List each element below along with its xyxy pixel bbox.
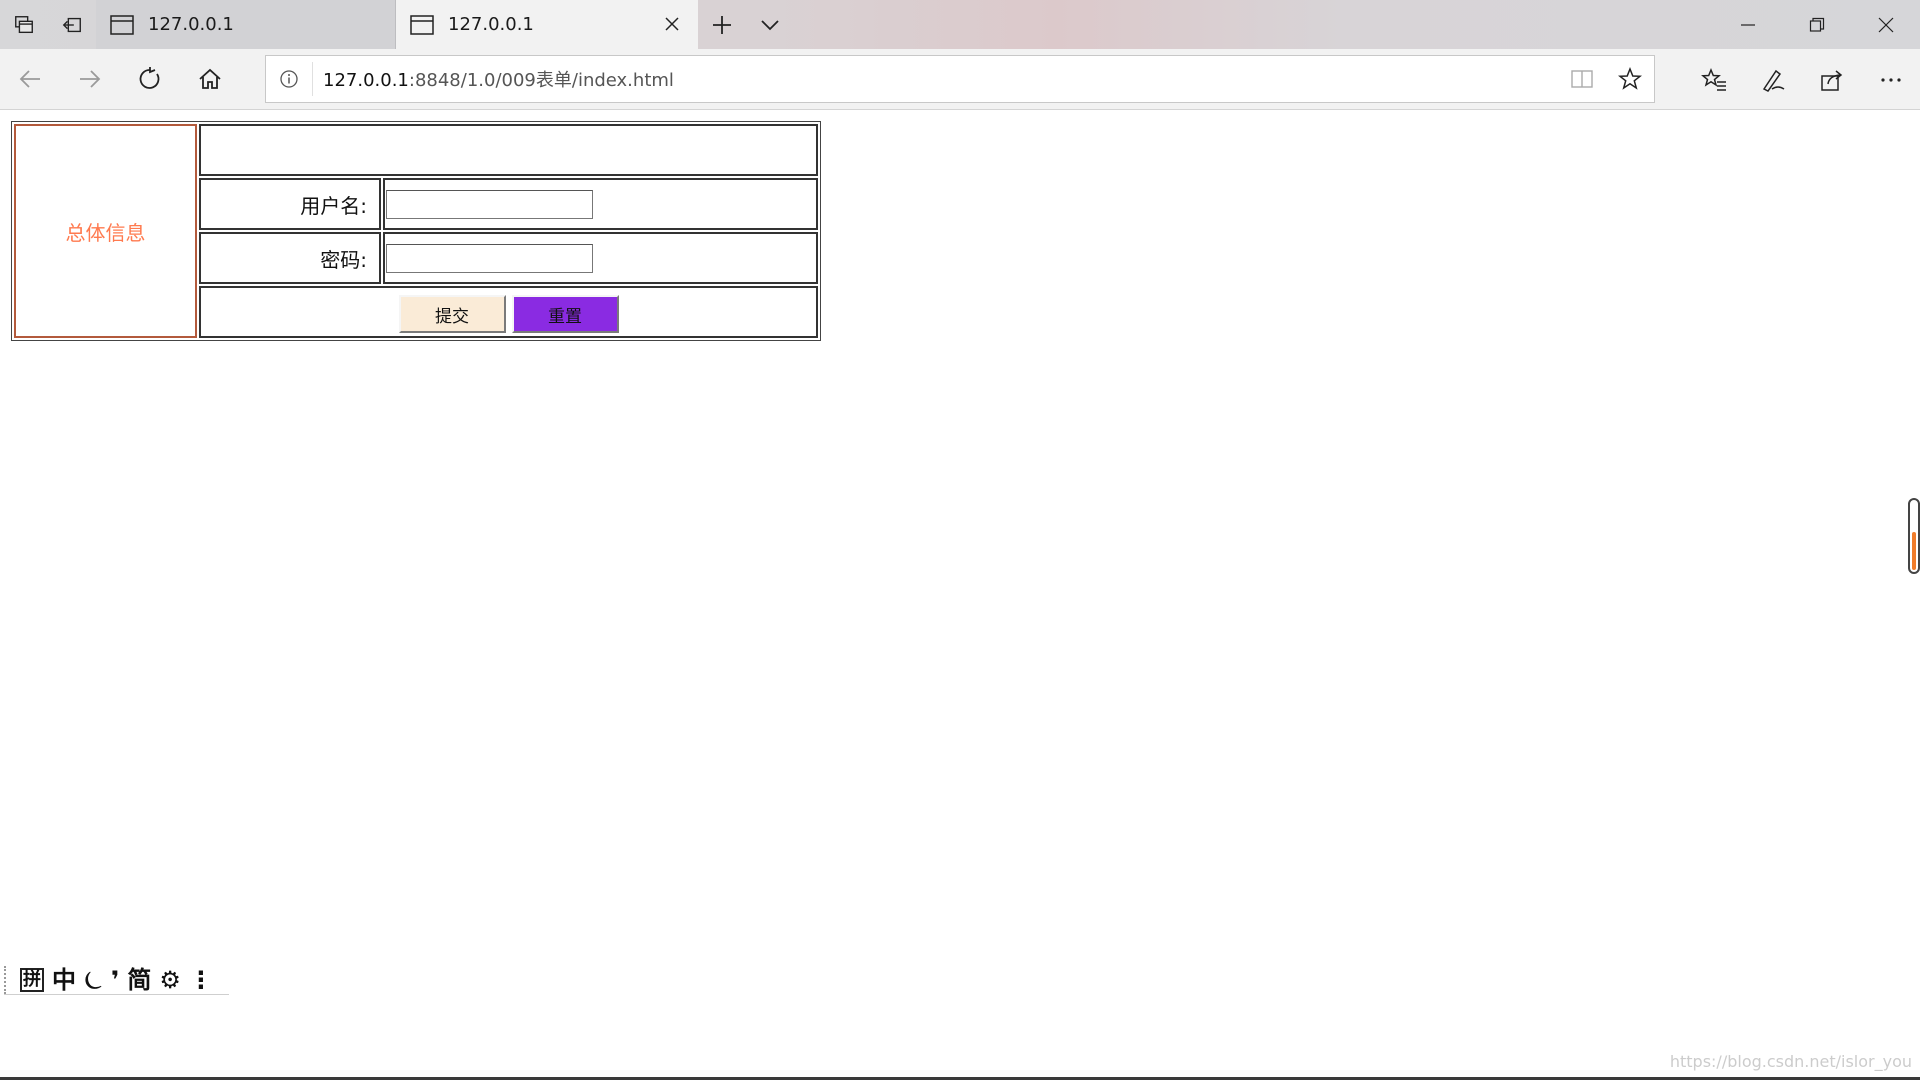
favorites-button[interactable] [1684, 49, 1743, 110]
reading-view-icon[interactable] [1558, 67, 1606, 91]
watermark-text: https://blog.csdn.net/islor_you [1669, 1052, 1912, 1071]
url-path: :8848/1.0/009表单/index.html [408, 70, 674, 91]
ime-grip[interactable] [4, 965, 10, 994]
username-label: 用户名: [300, 193, 367, 218]
refresh-icon [139, 67, 160, 89]
ime-punctuation-icon[interactable]: ❜ [111, 966, 119, 994]
favorite-star-icon[interactable] [1606, 67, 1654, 91]
home-button[interactable] [180, 49, 240, 110]
buttons-cell: 提交 重置 [199, 286, 818, 338]
ime-more-icon[interactable]: ⋮ [189, 966, 213, 994]
address-bar[interactable]: 127.0.0.1:8848/1.0/009表单/index.html [265, 55, 1655, 103]
username-input-cell [383, 178, 818, 230]
new-tab-button[interactable] [698, 0, 746, 49]
reset-button[interactable]: 重置 [511, 295, 619, 333]
tab-preview-button[interactable] [746, 0, 794, 49]
web-note-button[interactable] [1743, 49, 1802, 110]
password-input[interactable] [386, 243, 593, 273]
refresh-button[interactable] [120, 49, 180, 110]
ime-pinyin-icon[interactable]: 拼 [20, 967, 44, 992]
overall-info-label: 总体信息 [65, 220, 146, 245]
minimize-icon [1740, 23, 1755, 26]
username-label-cell: 用户名: [199, 178, 381, 230]
close-icon [1878, 17, 1893, 32]
tabs-aside-icon [15, 15, 33, 33]
plus-icon [713, 15, 731, 34]
tab-manager-button[interactable] [0, 0, 48, 49]
page-icon [110, 14, 134, 36]
form-table: 总体信息 用户名: 密码: 提交 重置 [11, 121, 821, 341]
ime-toolbar: 拼 中 ⏾ ❜ 简 ⚙ ⋮ [4, 965, 229, 995]
share-icon [1820, 69, 1842, 91]
navigation-bar: 127.0.0.1:8848/1.0/009表单/index.html [0, 49, 1920, 110]
forward-button[interactable] [60, 49, 120, 110]
share-button[interactable] [1802, 49, 1861, 110]
page-content: 总体信息 用户名: 密码: 提交 重置 拼 中 ⏾ ❜ 简 ⚙ ⋮ https:… [0, 110, 1920, 1080]
minimize-button[interactable] [1713, 0, 1782, 49]
submit-button[interactable]: 提交 [398, 295, 506, 333]
ime-chinese-mode-icon[interactable]: 中 [52, 966, 76, 994]
password-label: 密码: [320, 247, 367, 272]
tab-active[interactable]: 127.0.0.1 [396, 0, 698, 49]
back-tab-icon [62, 17, 81, 32]
url-host: 127.0.0.1 [323, 70, 409, 91]
page-icon [410, 14, 434, 36]
info-icon[interactable] [266, 69, 312, 89]
url-text[interactable]: 127.0.0.1:8848/1.0/009表单/index.html [323, 66, 1558, 92]
tab-strip: 127.0.0.1 127.0.0.1 [0, 0, 1920, 49]
favorites-list-icon [1700, 67, 1726, 91]
password-label-cell: 密码: [199, 232, 381, 284]
more-horizontal-icon [1880, 77, 1901, 82]
arrow-left-icon [19, 70, 40, 88]
header-blank-cell [199, 124, 818, 176]
chevron-down-icon [761, 19, 779, 30]
restore-icon [1809, 17, 1824, 32]
side-scroll-handle[interactable] [1908, 498, 1920, 574]
username-input[interactable] [386, 189, 593, 219]
set-aside-tabs-button[interactable] [48, 0, 96, 49]
ime-settings-icon[interactable]: ⚙ [159, 966, 181, 994]
back-button[interactable] [0, 49, 60, 110]
restore-button[interactable] [1782, 0, 1851, 49]
tab-title: 127.0.0.1 [448, 14, 534, 35]
overall-info-cell: 总体信息 [14, 124, 197, 338]
close-tab-icon[interactable] [660, 12, 684, 36]
close-window-button[interactable] [1851, 0, 1920, 49]
ime-simplified-icon[interactable]: 简 [127, 966, 151, 994]
more-button[interactable] [1861, 49, 1920, 110]
tab-inactive[interactable]: 127.0.0.1 [96, 0, 396, 49]
home-icon [199, 68, 221, 89]
ime-halfwidth-icon[interactable]: ⏾ [84, 966, 103, 994]
pen-icon [1762, 69, 1784, 92]
password-input-cell [383, 232, 818, 284]
arrow-right-icon [80, 70, 101, 88]
tab-title: 127.0.0.1 [148, 14, 234, 35]
